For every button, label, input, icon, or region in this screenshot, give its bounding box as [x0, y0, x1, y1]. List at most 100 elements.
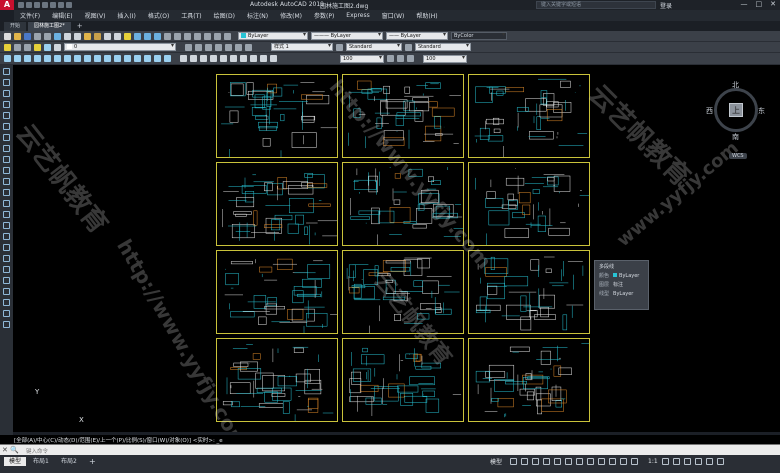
snap-icon[interactable] [521, 458, 529, 465]
gradient-tool-icon[interactable] [3, 255, 10, 262]
layer-lock-icon[interactable] [245, 43, 252, 51]
menu-item[interactable]: 标注(N) [241, 11, 274, 20]
new-file-icon[interactable] [4, 32, 11, 40]
lightbulb-icon[interactable] [34, 43, 41, 51]
print-icon[interactable] [50, 2, 56, 8]
help-icon[interactable] [224, 32, 231, 40]
tab-layout1[interactable]: 布局1 [28, 457, 54, 466]
snap-settings-icon[interactable] [270, 55, 277, 62]
move-tool-icon[interactable] [3, 123, 10, 130]
scale-tool-icon[interactable] [3, 145, 10, 152]
login-button[interactable]: 登录 [660, 1, 672, 10]
drawing-sheet[interactable] [216, 250, 338, 334]
pan-icon[interactable] [124, 32, 131, 40]
selection-cycling-icon[interactable] [609, 458, 617, 465]
explode-tool-icon[interactable] [3, 233, 10, 240]
menu-item[interactable]: 视图(V) [79, 11, 112, 20]
compass-south-label[interactable]: 南 [732, 132, 739, 142]
plus-icon[interactable] [672, 458, 680, 465]
otrack-icon[interactable] [576, 458, 584, 465]
layer-states-icon[interactable] [14, 43, 21, 51]
plot-icon[interactable] [34, 32, 41, 40]
viewport-icon[interactable] [407, 55, 414, 62]
linetype-dropdown[interactable]: ——— ByLayer [311, 32, 383, 40]
layer-freeze-icon[interactable] [235, 43, 242, 51]
tab-model[interactable]: 模型 [4, 457, 27, 466]
viewcube-top-face[interactable]: 上 [729, 103, 743, 117]
make-current-icon[interactable] [185, 43, 192, 51]
menu-item[interactable]: 格式(O) [142, 11, 175, 20]
tab-start[interactable]: 开始 [4, 22, 27, 31]
drawing-sheet[interactable] [216, 74, 338, 158]
snap-intersection-icon[interactable] [200, 55, 207, 62]
command-line[interactable]: ✕ 🔍 键入命令 [0, 444, 780, 455]
properties-icon[interactable] [164, 32, 171, 40]
make-block-icon[interactable] [114, 55, 121, 62]
table-icon[interactable] [154, 55, 161, 62]
scale-icon[interactable] [387, 55, 394, 62]
menu-item[interactable]: 修改(M) [274, 11, 308, 20]
menu-item[interactable]: 文件(F) [14, 11, 46, 20]
workspace-gear-icon[interactable] [661, 458, 669, 465]
zoom-previous-icon[interactable] [154, 32, 161, 40]
menu-item[interactable]: 工具(T) [175, 11, 207, 20]
layer-previous-icon[interactable] [24, 43, 31, 51]
preview-icon[interactable] [44, 32, 51, 40]
publish-icon[interactable] [54, 32, 61, 40]
minimize-button[interactable]: — [741, 0, 748, 8]
customize-menu-icon[interactable] [716, 458, 724, 465]
layer-match-icon[interactable] [195, 43, 202, 51]
scale-dropdown-2[interactable]: 100 [423, 54, 467, 63]
markup-icon[interactable] [204, 32, 211, 40]
open-icon[interactable] [26, 2, 32, 8]
add-layout-button[interactable]: + [84, 457, 101, 466]
lock-icon[interactable] [54, 43, 61, 51]
design-center-icon[interactable] [174, 32, 181, 40]
match-properties-icon[interactable] [94, 32, 101, 40]
isolate-objects-icon[interactable] [683, 458, 691, 465]
zoom-realtime-icon[interactable] [134, 32, 141, 40]
mtext-icon[interactable] [164, 55, 171, 62]
autocad-logo-icon[interactable]: A [0, 0, 14, 10]
snap-none-icon[interactable] [260, 55, 267, 62]
menu-item[interactable]: 插入(I) [111, 11, 141, 20]
snap-endpoint-icon[interactable] [180, 55, 187, 62]
fillet-tool-icon[interactable] [3, 222, 10, 229]
insert-block-icon[interactable] [104, 55, 111, 62]
mirror-tool-icon[interactable] [3, 90, 10, 97]
model-space-label[interactable]: 模型 [490, 457, 502, 466]
ortho-icon[interactable] [532, 458, 540, 465]
break-tool-icon[interactable] [3, 189, 10, 196]
scale-dropdown[interactable]: 100 [340, 54, 384, 63]
open-folder-icon[interactable] [14, 32, 21, 40]
layer-uniso-icon[interactable] [215, 43, 222, 51]
polar-icon[interactable] [543, 458, 551, 465]
lineweight-dropdown[interactable]: —— ByLayer [386, 32, 448, 40]
text-style-dropdown[interactable]: 样式 1 [271, 43, 333, 51]
rotate-tool-icon[interactable] [3, 134, 10, 141]
wcs-menu-button[interactable]: WCS [729, 153, 747, 159]
extend-tool-icon[interactable] [3, 178, 10, 185]
copy-icon[interactable] [74, 32, 81, 40]
drawing-sheet[interactable] [468, 74, 590, 158]
undo-icon[interactable] [58, 2, 64, 8]
leader-tool-icon[interactable] [3, 299, 10, 306]
annotation-scale[interactable]: 1:1 [648, 458, 658, 465]
polygon-icon[interactable] [34, 55, 41, 62]
menu-item[interactable]: 编辑(E) [46, 11, 78, 20]
menu-item[interactable]: 窗口(W) [376, 11, 411, 20]
drawing-canvas[interactable]: 云艺帆教育 http://www.yyfjy.com 云艺帆教育 http://… [13, 65, 780, 432]
revcloud-icon[interactable] [74, 55, 81, 62]
compass-west-label[interactable]: 西 [706, 106, 713, 116]
command-customize-icon[interactable]: ✕ 🔍 [2, 446, 19, 454]
circle-icon[interactable] [64, 55, 71, 62]
drawing-sheet[interactable] [468, 338, 590, 422]
spline-icon[interactable] [84, 55, 91, 62]
search-input[interactable]: 键入关键字或短语 [536, 1, 656, 9]
calculator-icon[interactable] [214, 32, 221, 40]
close-button[interactable]: ✕ [770, 0, 776, 8]
layer-tool-icon[interactable] [3, 321, 10, 328]
measure-tool-icon[interactable] [3, 310, 10, 317]
save-disk-icon[interactable] [24, 32, 31, 40]
isodraft-icon[interactable] [554, 458, 562, 465]
